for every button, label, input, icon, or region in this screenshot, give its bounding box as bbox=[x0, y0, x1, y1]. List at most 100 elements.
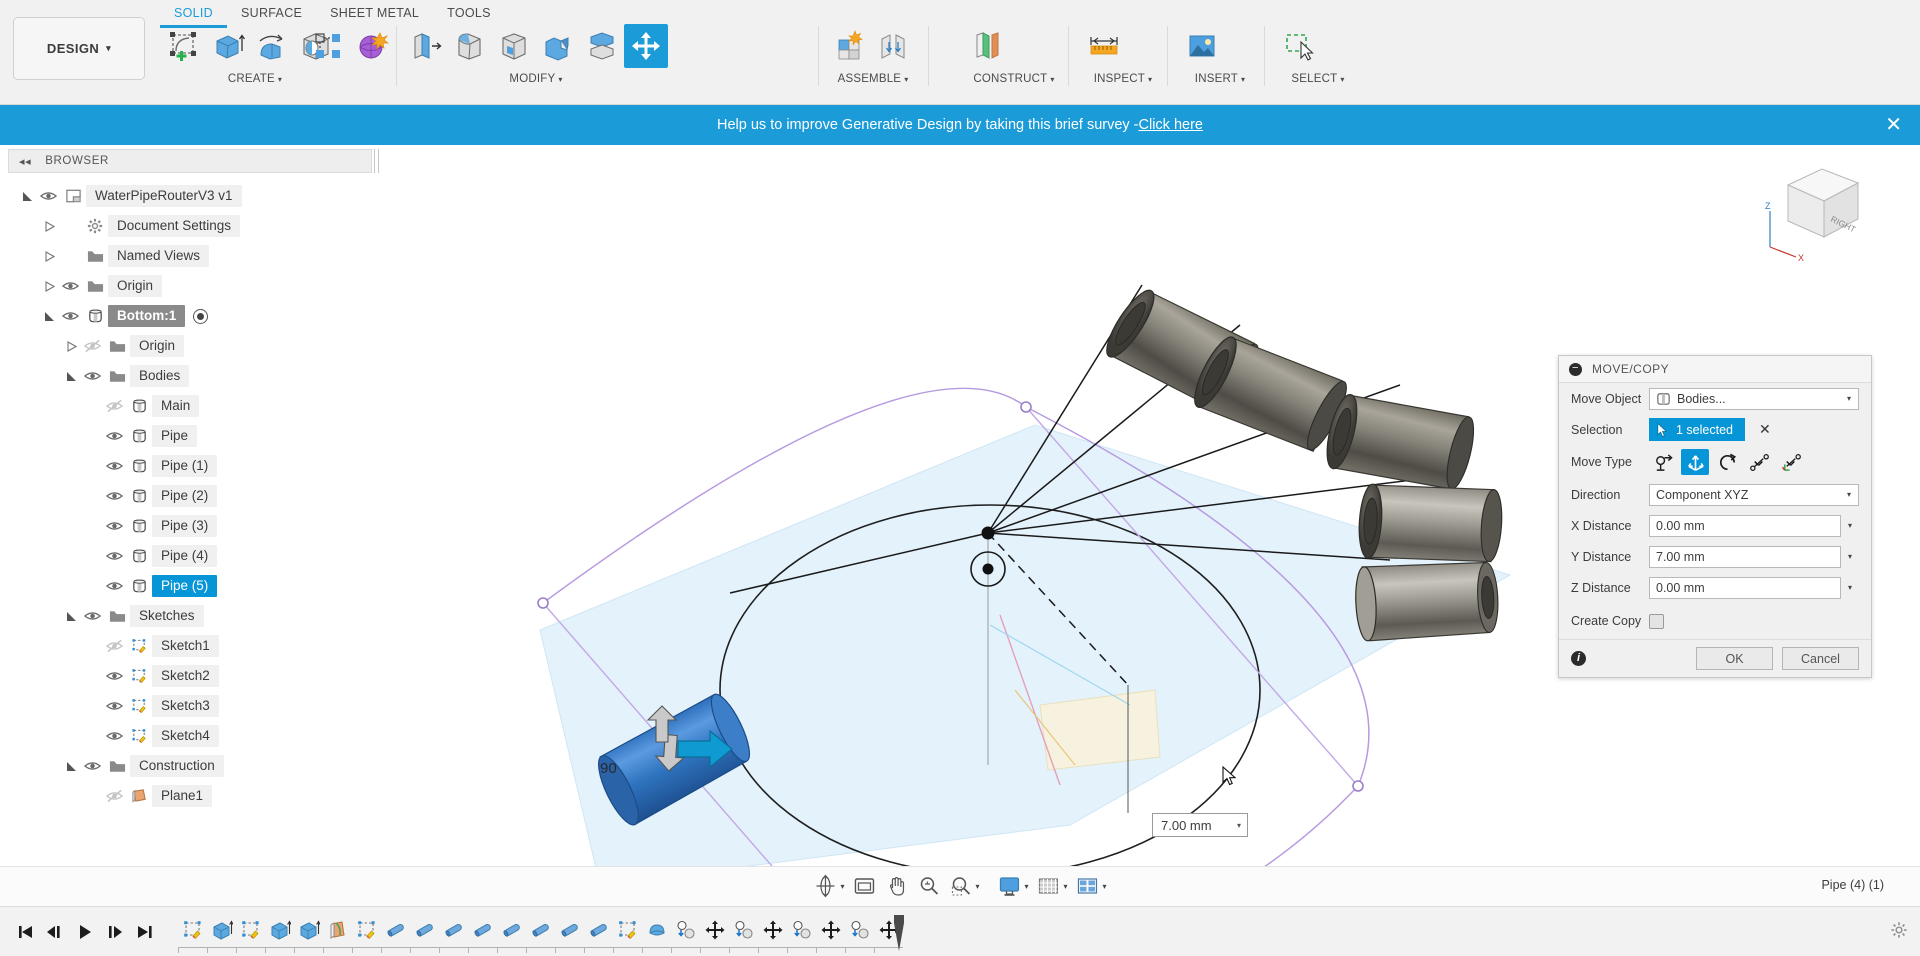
banner-link[interactable]: Click here bbox=[1139, 117, 1203, 133]
visibility-toggle-icon[interactable] bbox=[102, 571, 126, 601]
visibility-toggle-icon[interactable] bbox=[36, 181, 60, 211]
tree-node-sketch1[interactable]: Sketch1 bbox=[8, 631, 380, 661]
collapse-arrow-icon[interactable] bbox=[40, 241, 58, 271]
timeline-feature-copy-paste[interactable] bbox=[845, 915, 874, 945]
tree-node-main[interactable]: Main bbox=[8, 391, 380, 421]
cancel-button[interactable]: Cancel bbox=[1782, 647, 1859, 670]
visibility-toggle-icon[interactable] bbox=[102, 781, 126, 811]
display-settings-button[interactable]: ▾ bbox=[993, 870, 1032, 902]
orbit-button[interactable]: ▾ bbox=[809, 870, 848, 902]
create-sketch-button[interactable] bbox=[162, 24, 206, 68]
fillet-button[interactable] bbox=[448, 24, 492, 68]
expand-arrow-icon[interactable] bbox=[62, 361, 80, 391]
insert-image-button[interactable] bbox=[1180, 24, 1224, 68]
timeline-feature-sketch[interactable] bbox=[613, 915, 642, 945]
tree-node-waterpiperouterv3-v1[interactable]: WaterPipeRouterV3 v1 bbox=[8, 181, 380, 211]
extrude-button[interactable] bbox=[206, 24, 250, 68]
tree-node-pipe-4[interactable]: Pipe (4) bbox=[8, 541, 380, 571]
clear-selection-icon[interactable]: ✕ bbox=[1759, 421, 1771, 438]
z-distance-stepper[interactable]: ▾ bbox=[1841, 583, 1859, 592]
step-back-icon[interactable] bbox=[40, 917, 70, 947]
activate-component-radio[interactable] bbox=[193, 308, 209, 324]
timeline-feature-plane[interactable] bbox=[323, 915, 352, 945]
skip-start-icon[interactable] bbox=[10, 917, 40, 947]
x-distance-stepper[interactable]: ▾ bbox=[1841, 521, 1859, 530]
visibility-toggle-icon[interactable] bbox=[102, 541, 126, 571]
chevron-down-icon[interactable]: ▾ bbox=[1847, 394, 1851, 403]
timeline-feature-pipe[interactable] bbox=[526, 915, 555, 945]
visibility-toggle-icon[interactable] bbox=[102, 421, 126, 451]
new-component-button[interactable] bbox=[828, 24, 872, 68]
visibility-toggle-icon[interactable] bbox=[102, 631, 126, 661]
timeline-feature-pipe[interactable] bbox=[468, 915, 497, 945]
timeline-feature-copy-paste[interactable] bbox=[787, 915, 816, 945]
visibility-toggle-icon[interactable] bbox=[80, 601, 104, 631]
pan-button[interactable] bbox=[880, 870, 912, 902]
collapse-icon[interactable]: ◂◂ bbox=[19, 155, 31, 168]
chevron-down-icon[interactable]: ▾ bbox=[1103, 882, 1107, 891]
timeline-feature-extrude[interactable] bbox=[294, 915, 323, 945]
tree-node-construction[interactable]: Construction bbox=[8, 751, 380, 781]
visibility-toggle-icon[interactable] bbox=[80, 331, 104, 361]
timeline-feature-copy-paste[interactable] bbox=[729, 915, 758, 945]
expand-arrow-icon[interactable] bbox=[40, 301, 58, 331]
assemble-group-label[interactable]: ASSEMBLE ▾ bbox=[828, 73, 918, 85]
chevron-down-icon[interactable]: ▾ bbox=[975, 882, 979, 891]
timeline-feature-pipe[interactable] bbox=[497, 915, 526, 945]
collapse-arrow-icon[interactable] bbox=[40, 271, 58, 301]
selection-button[interactable]: 1 selected bbox=[1649, 418, 1745, 441]
tree-node-pipe-1[interactable]: Pipe (1) bbox=[8, 451, 380, 481]
y-distance-input[interactable]: 7.00 mm bbox=[1649, 545, 1841, 568]
timeline-feature-pipe[interactable] bbox=[381, 915, 410, 945]
tree-node-sketch2[interactable]: Sketch2 bbox=[8, 661, 380, 691]
timeline-feature-pipe[interactable] bbox=[584, 915, 613, 945]
timeline-feature-pipe[interactable] bbox=[439, 915, 468, 945]
visibility-toggle-icon[interactable] bbox=[58, 271, 82, 301]
direction-select[interactable]: Component XYZ ▾ bbox=[1649, 483, 1859, 506]
tree-node-pipe-5[interactable]: Pipe (5) bbox=[8, 571, 380, 601]
visibility-toggle-icon[interactable] bbox=[102, 451, 126, 481]
chevron-down-icon[interactable]: ▾ bbox=[840, 882, 844, 891]
insert-group-label[interactable]: INSERT ▾ bbox=[1180, 73, 1260, 85]
expand-arrow-icon[interactable] bbox=[18, 181, 36, 211]
tree-node-bottom-1[interactable]: Bottom:1 bbox=[8, 301, 380, 331]
minimize-icon[interactable]: − bbox=[1569, 362, 1582, 376]
select-group-label[interactable]: SELECT ▾ bbox=[1278, 73, 1358, 85]
measure-button[interactable] bbox=[1082, 24, 1126, 68]
tree-node-origin[interactable]: Origin bbox=[8, 331, 380, 361]
expand-arrow-icon[interactable] bbox=[62, 601, 80, 631]
zoom-window-button[interactable]: ▾ bbox=[944, 870, 983, 902]
expand-arrow-icon[interactable] bbox=[62, 751, 80, 781]
zoom-button[interactable] bbox=[912, 870, 944, 902]
visibility-toggle-icon[interactable] bbox=[58, 301, 82, 331]
rotate-icon[interactable] bbox=[1713, 449, 1741, 475]
tree-node-sketch3[interactable]: Sketch3 bbox=[8, 691, 380, 721]
chevron-down-icon[interactable]: ▾ bbox=[1237, 821, 1241, 830]
visibility-toggle-icon[interactable] bbox=[80, 361, 104, 391]
tree-node-pipe-3[interactable]: Pipe (3) bbox=[8, 511, 380, 541]
chevron-down-icon[interactable]: ▾ bbox=[1847, 490, 1851, 499]
tree-node-bodies[interactable]: Bodies bbox=[8, 361, 380, 391]
revolve-button[interactable] bbox=[250, 24, 294, 68]
visibility-toggle-icon[interactable] bbox=[102, 391, 126, 421]
tree-node-pipe-2[interactable]: Pipe (2) bbox=[8, 481, 380, 511]
combine-button[interactable] bbox=[536, 24, 580, 68]
split-body-button[interactable] bbox=[580, 24, 624, 68]
collapse-arrow-icon[interactable] bbox=[62, 331, 80, 361]
construct-group-label[interactable]: CONSTRUCT ▾ bbox=[965, 73, 1063, 85]
visibility-toggle-icon[interactable] bbox=[102, 721, 126, 751]
timeline-feature-extrude[interactable] bbox=[265, 915, 294, 945]
point-to-position-icon[interactable] bbox=[1777, 449, 1805, 475]
view-cube[interactable]: RIGHT Z X bbox=[1750, 155, 1880, 265]
move-copy-button[interactable] bbox=[624, 24, 668, 68]
dimension-input[interactable]: 7.00 mm ▾ bbox=[1152, 813, 1248, 837]
tree-node-origin[interactable]: Origin bbox=[8, 271, 380, 301]
close-icon[interactable]: ✕ bbox=[1885, 115, 1902, 135]
timeline-feature-move[interactable] bbox=[700, 915, 729, 945]
create-form-sculpt-button[interactable] bbox=[350, 24, 394, 68]
timeline-end-marker[interactable] bbox=[893, 913, 905, 953]
y-distance-stepper[interactable]: ▾ bbox=[1841, 552, 1859, 561]
move-object-select[interactable]: Bodies... ▾ bbox=[1649, 387, 1859, 410]
chevron-down-icon[interactable]: ▾ bbox=[1024, 882, 1028, 891]
timeline-feature-sketch[interactable] bbox=[352, 915, 381, 945]
